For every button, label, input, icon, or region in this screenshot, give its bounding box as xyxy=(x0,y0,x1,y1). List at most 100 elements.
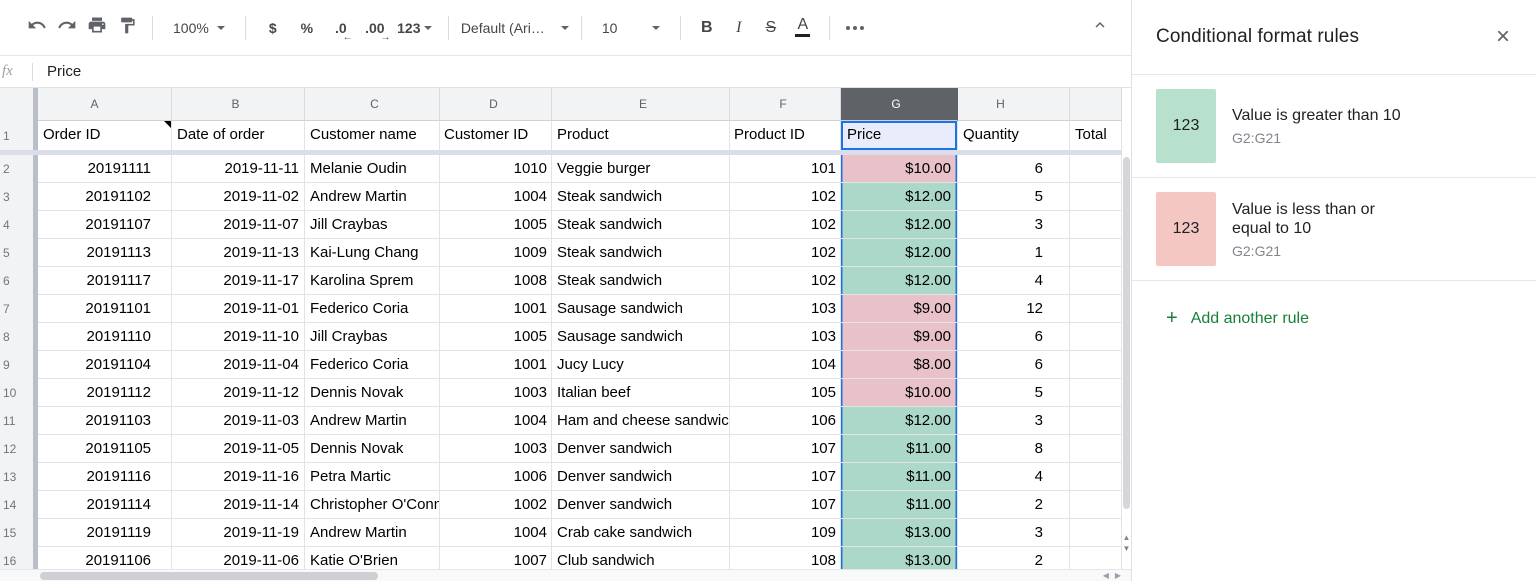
customer-name-cell[interactable]: Petra Martic xyxy=(305,463,440,491)
date-cell[interactable]: 2019-11-10 xyxy=(172,323,305,351)
column-header-b[interactable]: B xyxy=(172,88,305,121)
order-id-cell[interactable]: 20191102 xyxy=(38,183,172,211)
horizontal-scrollbar[interactable] xyxy=(40,572,378,580)
product-id-cell[interactable]: 106 xyxy=(730,407,841,435)
row-number[interactable]: 6 xyxy=(0,267,38,295)
formula-input[interactable]: Price xyxy=(33,63,81,80)
customer-name-cell[interactable]: Karolina Sprem xyxy=(305,267,440,295)
order-id-cell[interactable]: 20191107 xyxy=(38,211,172,239)
bold-button[interactable]: B xyxy=(691,13,723,43)
price-cell[interactable]: $11.00 xyxy=(841,463,958,491)
quantity-cell[interactable]: 3 xyxy=(958,519,1070,547)
row-number[interactable]: 12 xyxy=(0,435,38,463)
row-number[interactable]: 15 xyxy=(0,519,38,547)
zoom-select[interactable]: 100% xyxy=(163,13,235,43)
quantity-cell[interactable]: 6 xyxy=(958,323,1070,351)
order-id-cell[interactable]: 20191114 xyxy=(38,491,172,519)
total-cell[interactable] xyxy=(1070,267,1122,295)
date-cell[interactable]: 2019-11-14 xyxy=(172,491,305,519)
quantity-cell[interactable]: 8 xyxy=(958,435,1070,463)
quantity-cell[interactable]: 6 xyxy=(958,155,1070,183)
cell-i1[interactable]: Total xyxy=(1070,121,1122,150)
product-cell[interactable]: Sausage sandwich xyxy=(552,323,730,351)
customer-id-cell[interactable]: 1006 xyxy=(440,463,552,491)
text-color-button[interactable]: A xyxy=(787,13,819,43)
product-cell[interactable]: Denver sandwich xyxy=(552,463,730,491)
product-id-cell[interactable]: 107 xyxy=(730,491,841,519)
row-number[interactable]: 8 xyxy=(0,323,38,351)
customer-id-cell[interactable]: 1005 xyxy=(440,211,552,239)
italic-button[interactable]: I xyxy=(723,13,755,43)
product-cell[interactable]: Denver sandwich xyxy=(552,491,730,519)
cell-d1[interactable]: Customer ID xyxy=(440,121,552,150)
product-id-cell[interactable]: 105 xyxy=(730,379,841,407)
date-cell[interactable]: 2019-11-19 xyxy=(172,519,305,547)
strikethrough-button[interactable]: S xyxy=(755,13,787,43)
price-cell[interactable]: $12.00 xyxy=(841,407,958,435)
customer-name-cell[interactable]: Jill Craybas xyxy=(305,211,440,239)
row-number[interactable]: 7 xyxy=(0,295,38,323)
customer-name-cell[interactable]: Jill Craybas xyxy=(305,323,440,351)
quantity-cell[interactable]: 5 xyxy=(958,183,1070,211)
order-id-cell[interactable]: 20191103 xyxy=(38,407,172,435)
product-cell[interactable]: Ham and cheese sandwich xyxy=(552,407,730,435)
row-number[interactable]: 4 xyxy=(0,211,38,239)
total-cell[interactable] xyxy=(1070,183,1122,211)
quantity-cell[interactable]: 4 xyxy=(958,463,1070,491)
order-id-cell[interactable]: 20191116 xyxy=(38,463,172,491)
product-cell[interactable]: Steak sandwich xyxy=(552,239,730,267)
product-id-cell[interactable]: 102 xyxy=(730,267,841,295)
order-id-cell[interactable]: 20191111 xyxy=(38,155,172,183)
row-number[interactable]: 10 xyxy=(0,379,38,407)
customer-name-cell[interactable]: Dennis Novak xyxy=(305,435,440,463)
format-rule-greater-than[interactable]: 123 Value is greater than 10 G2:G21 xyxy=(1132,75,1536,178)
column-header-g-selected[interactable]: G xyxy=(841,88,958,121)
price-cell[interactable]: $13.00 xyxy=(841,519,958,547)
date-cell[interactable]: 2019-11-11 xyxy=(172,155,305,183)
quantity-cell[interactable]: 1 xyxy=(958,239,1070,267)
product-id-cell[interactable]: 101 xyxy=(730,155,841,183)
price-cell[interactable]: $12.00 xyxy=(841,183,958,211)
row-number[interactable]: 14 xyxy=(0,491,38,519)
cell-b1[interactable]: Date of order xyxy=(172,121,305,150)
cell-g1-active[interactable]: Price xyxy=(841,121,958,150)
format-rule-less-equal[interactable]: 123 Value is less than or equal to 10 G2… xyxy=(1132,178,1536,281)
column-header-e[interactable]: E xyxy=(552,88,730,121)
product-id-cell[interactable]: 109 xyxy=(730,519,841,547)
customer-id-cell[interactable]: 1004 xyxy=(440,183,552,211)
cell-h1[interactable]: Quantity xyxy=(958,121,1070,150)
quantity-cell[interactable]: 4 xyxy=(958,267,1070,295)
date-cell[interactable]: 2019-11-04 xyxy=(172,351,305,379)
product-cell[interactable]: Denver sandwich xyxy=(552,435,730,463)
order-id-cell[interactable]: 20191112 xyxy=(38,379,172,407)
font-family-select[interactable]: Default (Ari… xyxy=(459,13,571,43)
customer-id-cell[interactable]: 1004 xyxy=(440,407,552,435)
decrease-decimal-button[interactable]: .0 ← xyxy=(324,13,358,43)
customer-name-cell[interactable]: Melanie Oudin xyxy=(305,155,440,183)
price-cell[interactable]: $10.00 xyxy=(841,155,958,183)
total-cell[interactable] xyxy=(1070,239,1122,267)
product-id-cell[interactable]: 103 xyxy=(730,323,841,351)
product-cell[interactable]: Steak sandwich xyxy=(552,183,730,211)
customer-name-cell[interactable]: Andrew Martin xyxy=(305,519,440,547)
price-cell[interactable]: $11.00 xyxy=(841,491,958,519)
row-number[interactable]: 2 xyxy=(0,155,38,183)
customer-name-cell[interactable]: Dennis Novak xyxy=(305,379,440,407)
product-cell[interactable]: Veggie burger xyxy=(552,155,730,183)
date-cell[interactable]: 2019-11-03 xyxy=(172,407,305,435)
price-cell[interactable]: $12.00 xyxy=(841,267,958,295)
customer-name-cell[interactable]: Federico Coria xyxy=(305,351,440,379)
font-size-select[interactable]: 10 xyxy=(592,13,670,43)
column-header-i[interactable] xyxy=(1070,88,1122,121)
product-cell[interactable]: Crab cake sandwich xyxy=(552,519,730,547)
order-id-cell[interactable]: 20191101 xyxy=(38,295,172,323)
customer-id-cell[interactable]: 1001 xyxy=(440,295,552,323)
undo-button[interactable] xyxy=(22,13,52,43)
price-cell[interactable]: $8.00 xyxy=(841,351,958,379)
total-cell[interactable] xyxy=(1070,295,1122,323)
vertical-scroll-arrows[interactable]: ▲ ▼ xyxy=(1122,532,1131,554)
order-id-cell[interactable]: 20191105 xyxy=(38,435,172,463)
total-cell[interactable] xyxy=(1070,323,1122,351)
paint-format-button[interactable] xyxy=(112,13,142,43)
customer-name-cell[interactable]: Andrew Martin xyxy=(305,407,440,435)
